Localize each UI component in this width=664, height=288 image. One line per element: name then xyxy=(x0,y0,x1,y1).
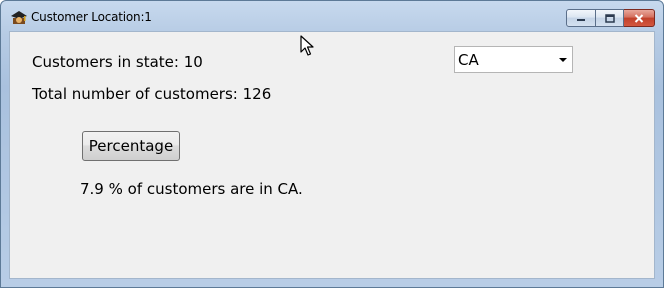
client-area: Customers in state: 10 Total number of c… xyxy=(9,31,655,279)
window-title: Customer Location:1 xyxy=(31,10,152,24)
percentage-button[interactable]: Percentage xyxy=(82,131,180,161)
caption-buttons xyxy=(566,9,655,27)
state-select-value: CA xyxy=(458,51,479,69)
maximize-button[interactable] xyxy=(596,9,624,27)
app-icon xyxy=(11,11,27,24)
total-customers-label: Total number of customers: 126 xyxy=(32,85,272,103)
maximize-icon xyxy=(604,13,615,23)
result-text: 7.9 % of customers are in CA. xyxy=(80,180,303,198)
app-window: Customer Location:1 Customers in state: xyxy=(0,0,664,288)
minimize-button[interactable] xyxy=(566,9,596,27)
chevron-down-icon[interactable] xyxy=(559,58,567,62)
mouse-cursor-icon xyxy=(300,35,314,56)
close-button[interactable] xyxy=(624,9,655,27)
title-bar[interactable]: Customer Location:1 xyxy=(1,1,663,31)
state-select[interactable]: CA xyxy=(454,46,573,73)
close-icon xyxy=(634,13,644,23)
minimize-icon xyxy=(577,19,585,21)
customers-in-state-label: Customers in state: 10 xyxy=(32,53,203,71)
